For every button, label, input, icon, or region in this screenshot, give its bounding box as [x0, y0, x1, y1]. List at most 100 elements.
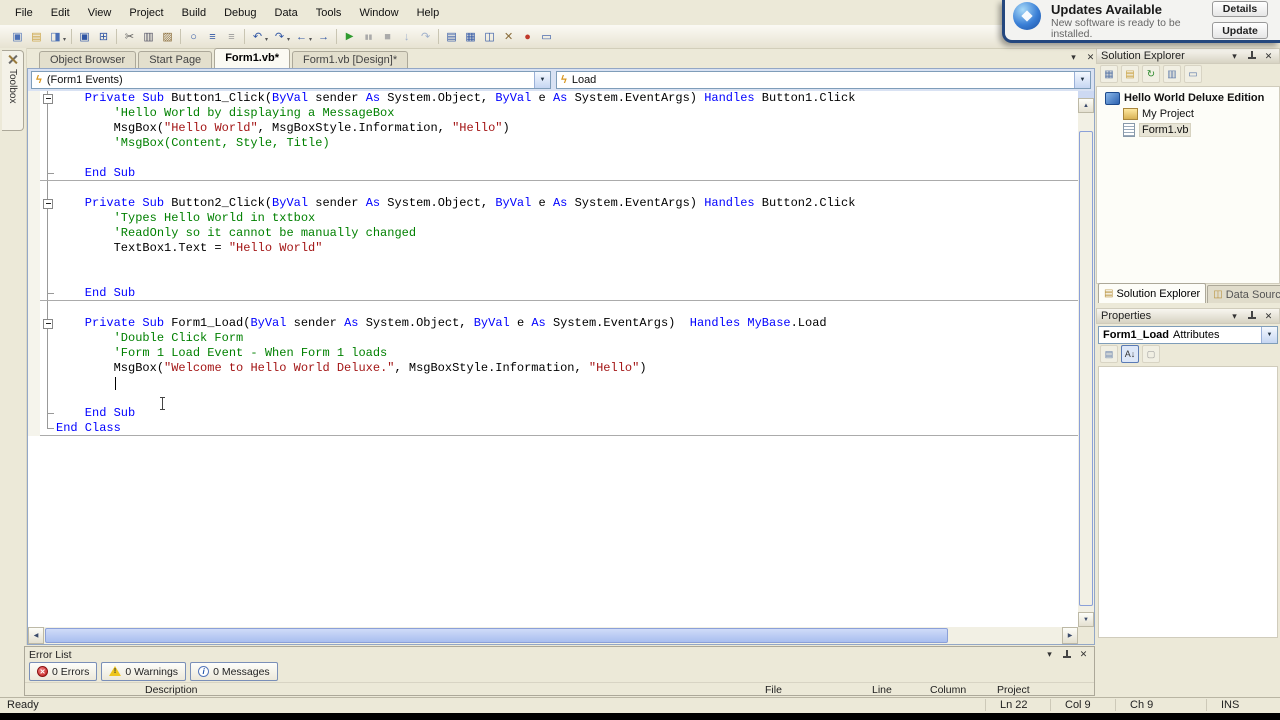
chevron-down-icon[interactable]: ▼: [1261, 327, 1277, 343]
tree-item-hello-world-deluxe-edition[interactable]: Hello World Deluxe Edition: [1097, 90, 1279, 106]
pause-icon[interactable]: ▮▮: [359, 27, 378, 46]
code-line[interactable]: 'Hello World by displaying a MessageBox: [28, 106, 1078, 121]
solution-explorer-icon[interactable]: ▤: [442, 27, 461, 46]
fold-collapse-icon[interactable]: [40, 91, 56, 106]
save-icon[interactable]: ▣: [75, 27, 94, 46]
properties-window-icon[interactable]: ▦: [461, 27, 480, 46]
code-line[interactable]: [28, 271, 1078, 286]
chevron-down-icon[interactable]: ▼: [1074, 72, 1090, 88]
window-menu-icon[interactable]: ▾: [1228, 50, 1241, 62]
horizontal-scrollbar[interactable]: ◀ ▶: [28, 627, 1078, 644]
auto-hide-pin-icon[interactable]: [1245, 310, 1258, 322]
window-menu-icon[interactable]: ▾: [1228, 310, 1241, 322]
close-icon[interactable]: ✕: [1262, 310, 1275, 322]
step-into-icon[interactable]: ↓: [397, 27, 416, 46]
view-code-icon[interactable]: ▥: [1163, 65, 1181, 83]
fold-collapse-icon[interactable]: [40, 196, 56, 211]
menu-window[interactable]: Window: [350, 4, 407, 22]
chevron-down-icon[interactable]: ▼: [534, 72, 550, 88]
property-pages-icon[interactable]: ▢: [1142, 345, 1160, 363]
tab-object-browser[interactable]: Object Browser: [39, 51, 137, 68]
new-project-icon[interactable]: ▣: [8, 27, 27, 46]
warnings-filter-button[interactable]: 0 Warnings: [101, 662, 187, 681]
tab-form1-vb[interactable]: Form1.vb*: [214, 48, 290, 68]
show-all-files-icon[interactable]: ▤: [1121, 65, 1139, 83]
refresh-icon[interactable]: ↻: [1142, 65, 1160, 83]
auto-hide-pin-icon[interactable]: [1060, 649, 1073, 661]
details-button[interactable]: Details: [1212, 1, 1268, 17]
code-line[interactable]: End Sub: [28, 166, 1078, 181]
scroll-down-icon[interactable]: ▼: [1078, 612, 1094, 627]
menu-help[interactable]: Help: [408, 4, 449, 22]
command-window-icon[interactable]: ▭: [537, 27, 556, 46]
active-files-dropdown-icon[interactable]: ▾: [1067, 51, 1080, 63]
properties-icon[interactable]: ▦: [1100, 65, 1118, 83]
cut-icon[interactable]: ✂: [120, 27, 139, 46]
dropdown-arrow-icon[interactable]: ▾: [63, 36, 66, 43]
code-line[interactable]: 'ReadOnly so it cannot be manually chang…: [28, 226, 1078, 241]
error-list-icon[interactable]: ●: [518, 27, 537, 46]
code-line[interactable]: TextBox1.Text = "Hello World": [28, 241, 1078, 256]
code-line[interactable]: 'Form 1 Load Event - When Form 1 loads: [28, 346, 1078, 361]
code-line[interactable]: [28, 391, 1078, 406]
code-line[interactable]: MsgBox("Welcome to Hello World Deluxe.",…: [28, 361, 1078, 376]
code-line[interactable]: [28, 301, 1078, 316]
toolbox-tab[interactable]: Toolbox: [2, 50, 24, 131]
event-dropdown[interactable]: ϟ Load ▼: [556, 71, 1091, 89]
column-description[interactable]: Description: [145, 684, 198, 696]
tab-start-page[interactable]: Start Page: [138, 51, 213, 68]
menu-view[interactable]: View: [79, 4, 121, 22]
object-dropdown[interactable]: ϟ (Form1 Events) ▼: [31, 71, 551, 89]
toolbox-icon[interactable]: ✕: [499, 27, 518, 46]
code-line[interactable]: [28, 181, 1078, 196]
code-line[interactable]: MsgBox("Hello World", MsgBoxStyle.Inform…: [28, 121, 1078, 136]
dock-tab-solution-explorer[interactable]: ▤ Solution Explorer: [1098, 283, 1207, 303]
tab-form1-vb-design[interactable]: Form1.vb [Design]*: [291, 51, 409, 68]
navigate-forward-icon[interactable]: →: [314, 27, 333, 46]
code-line[interactable]: Private Sub Form1_Load(ByVal sender As S…: [28, 316, 1078, 331]
code-line[interactable]: 'MsgBox(Content, Style, Title): [28, 136, 1078, 151]
menu-tools[interactable]: Tools: [307, 4, 351, 22]
code-line[interactable]: Private Sub Button1_Click(ByVal sender A…: [28, 91, 1078, 106]
menu-data[interactable]: Data: [266, 4, 307, 22]
code-line[interactable]: End Class: [28, 421, 1078, 436]
view-designer-icon[interactable]: ▭: [1184, 65, 1202, 83]
stop-icon[interactable]: ■: [378, 27, 397, 46]
menu-edit[interactable]: Edit: [42, 4, 79, 22]
dropdown-arrow-icon[interactable]: ▾: [309, 36, 312, 43]
uncomment-icon[interactable]: ≡: [222, 27, 241, 46]
menu-project[interactable]: Project: [120, 4, 172, 22]
dropdown-arrow-icon[interactable]: ▾: [287, 36, 290, 43]
menu-file[interactable]: File: [6, 4, 42, 22]
errors-filter-button[interactable]: ✕ 0 Errors: [29, 662, 98, 681]
code-line[interactable]: End Sub: [28, 286, 1078, 301]
code-line[interactable]: Private Sub Button2_Click(ByVal sender A…: [28, 196, 1078, 211]
code-line[interactable]: [28, 256, 1078, 271]
find-icon[interactable]: ○: [184, 27, 203, 46]
window-menu-icon[interactable]: ▾: [1043, 649, 1056, 661]
comment-icon[interactable]: ≡: [203, 27, 222, 46]
code-line[interactable]: 'Types Hello World in txtbox: [28, 211, 1078, 226]
tree-item-my-project[interactable]: My Project: [1097, 106, 1279, 122]
code-line[interactable]: End Sub: [28, 406, 1078, 421]
code-line[interactable]: 'Double Click Form: [28, 331, 1078, 346]
copy-icon[interactable]: ▥: [139, 27, 158, 46]
code-line[interactable]: [28, 376, 1078, 391]
column-file[interactable]: File: [765, 684, 782, 696]
column-column[interactable]: Column: [930, 684, 966, 696]
properties-object-dropdown[interactable]: Form1_Load Attributes ▼: [1098, 326, 1278, 344]
code-line[interactable]: [28, 151, 1078, 166]
tree-item-form1-vb[interactable]: Form1.vb: [1097, 122, 1279, 138]
dropdown-arrow-icon[interactable]: ▾: [265, 36, 268, 43]
fold-collapse-icon[interactable]: [40, 316, 56, 331]
paste-icon[interactable]: ▨: [158, 27, 177, 46]
vertical-scrollbar[interactable]: ▲ ▼: [1078, 91, 1094, 627]
start-debug-icon[interactable]: ▶: [340, 27, 359, 46]
scroll-right-icon[interactable]: ▶: [1062, 627, 1078, 644]
menu-debug[interactable]: Debug: [215, 4, 265, 22]
dock-tab-data-sources[interactable]: ◫Data Sources: [1207, 285, 1280, 303]
auto-hide-pin-icon[interactable]: [1245, 50, 1258, 62]
close-icon[interactable]: ✕: [1262, 50, 1275, 62]
close-icon[interactable]: ✕: [1077, 649, 1090, 661]
alphabetical-icon[interactable]: A↓: [1121, 345, 1139, 363]
